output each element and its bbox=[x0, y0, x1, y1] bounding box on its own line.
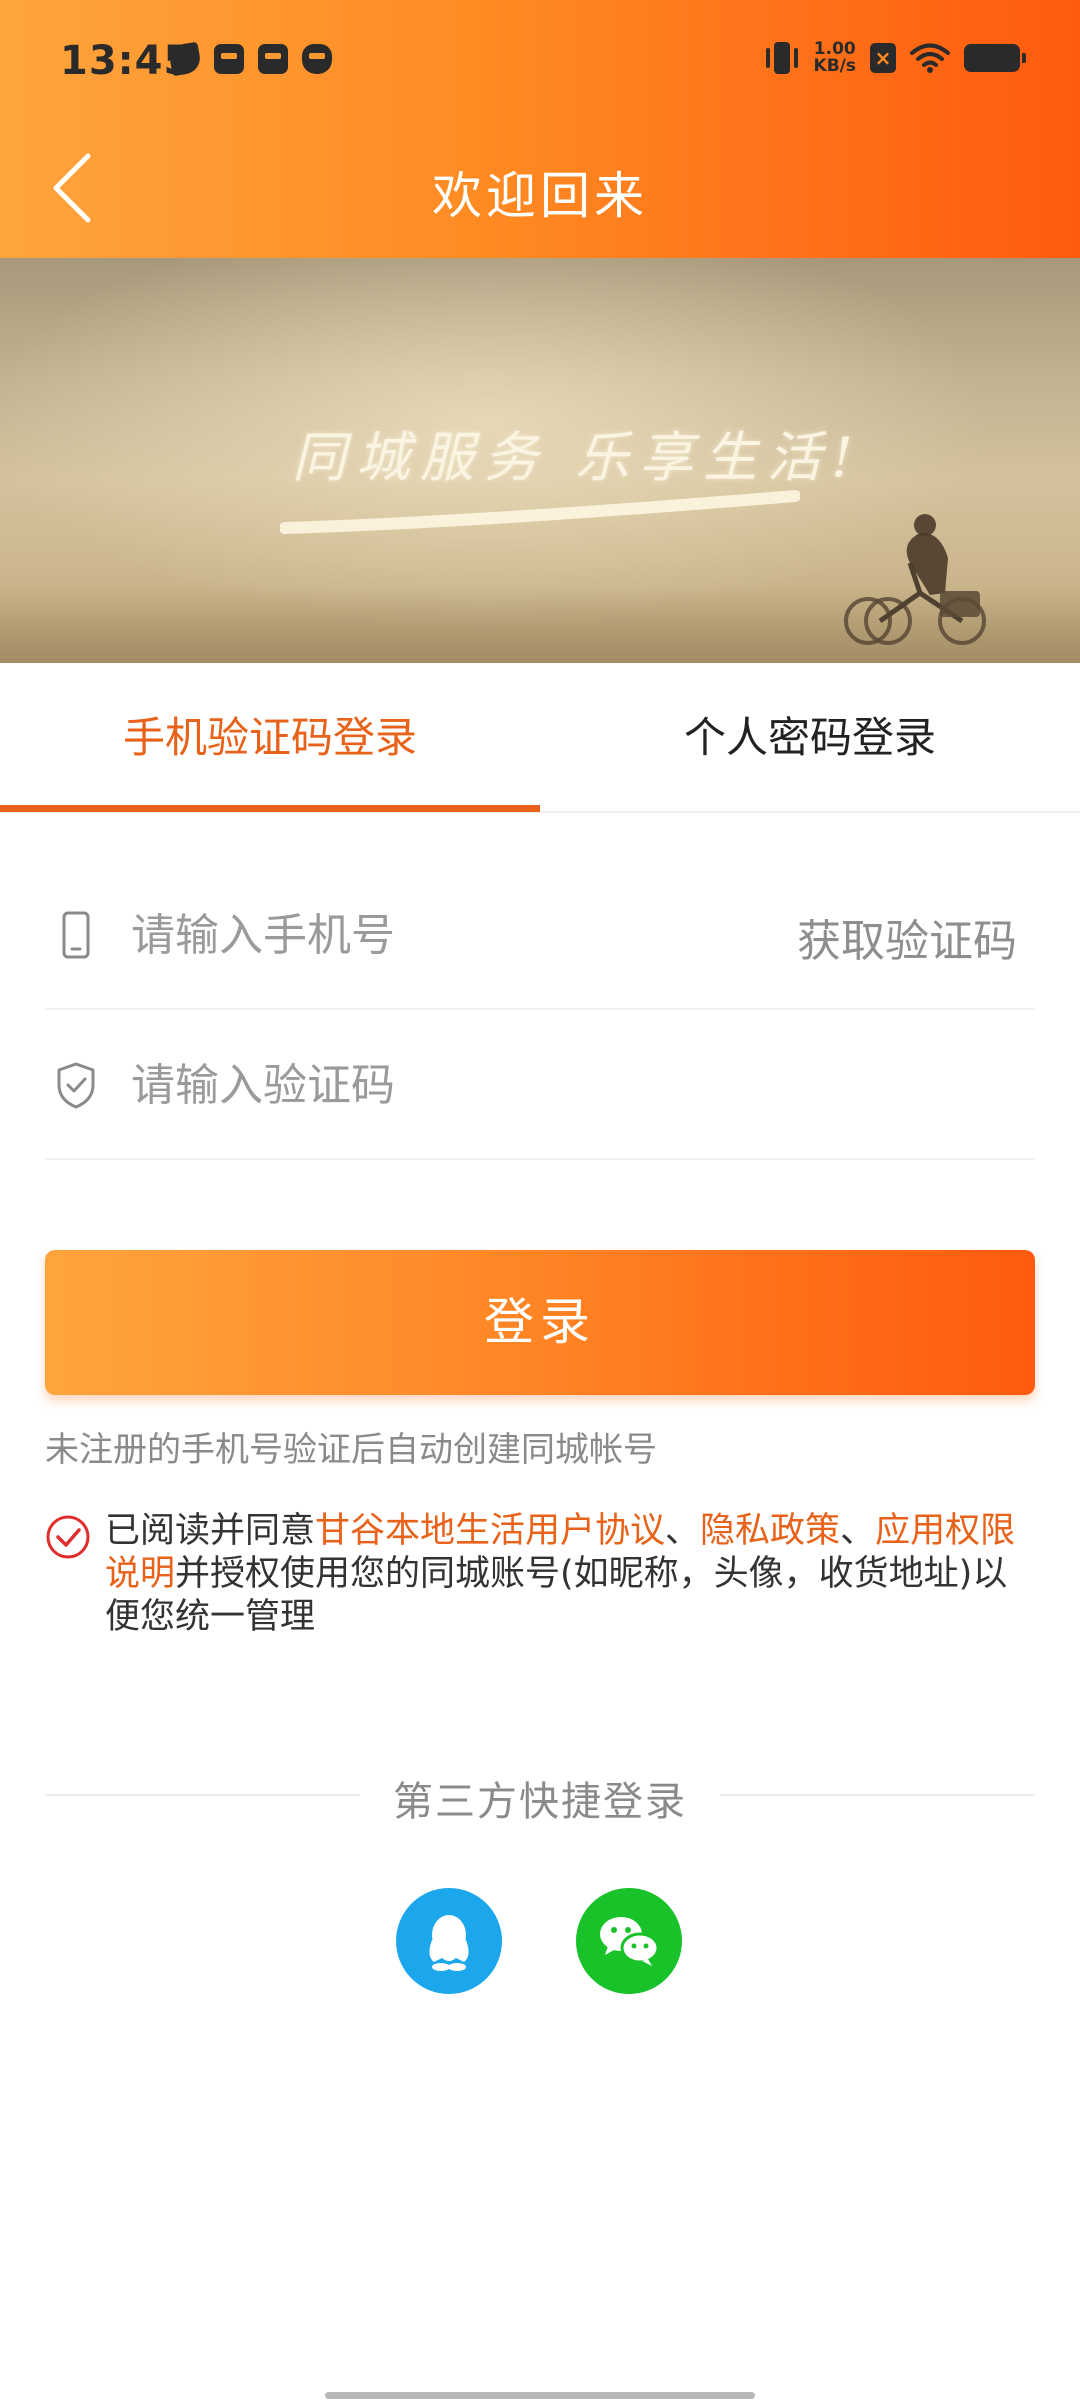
active-tab-indicator bbox=[0, 805, 540, 812]
notification-icons bbox=[167, 41, 332, 77]
no-sim-icon: × bbox=[870, 43, 896, 73]
page-title: 欢迎回来 bbox=[432, 167, 648, 225]
shield-check-icon bbox=[57, 1062, 95, 1109]
app-header: 13:45 1.00 KB/s × 欢迎回来 bbox=[0, 0, 1080, 258]
agreement-prefix: 已阅读并同意 bbox=[105, 1511, 316, 1551]
phone-icon bbox=[62, 911, 90, 959]
cat-app-icon bbox=[302, 44, 332, 74]
get-code-button[interactable]: 获取验证码 bbox=[797, 905, 1017, 969]
qq-icon bbox=[429, 1915, 469, 1971]
third-party-header: 第三方快捷登录 bbox=[45, 1765, 1035, 1825]
phone-input[interactable] bbox=[131, 900, 691, 970]
calendar-icon bbox=[214, 44, 244, 74]
login-button[interactable]: 登录 bbox=[45, 1250, 1035, 1395]
tab-password-login[interactable]: 个人密码登录 bbox=[540, 663, 1080, 813]
cyclist-image bbox=[844, 514, 986, 645]
agreement-text: 已阅读并同意甘谷本地生活用户协议、隐私政策、应用权限说明并授权使用您的同城账号(… bbox=[105, 1510, 1025, 1639]
agreement-separator: 、 bbox=[840, 1511, 876, 1551]
phone-field: 获取验证码 bbox=[45, 860, 1035, 1010]
agreement-checkbox[interactable] bbox=[45, 1514, 91, 1560]
battery-icon bbox=[964, 44, 1026, 72]
shopping-bag-icon bbox=[258, 44, 288, 74]
network-speed: 1.00 KB/s bbox=[814, 41, 856, 75]
login-tabs: 手机验证码登录 个人密码登录 bbox=[0, 663, 1080, 813]
tab-sms-login[interactable]: 手机验证码登录 bbox=[0, 663, 540, 813]
nav-bar: 欢迎回来 bbox=[0, 128, 1080, 258]
home-indicator[interactable] bbox=[325, 2392, 755, 2399]
privacy-policy-link[interactable]: 隐私政策 bbox=[700, 1511, 840, 1551]
user-agreement-link[interactable]: 甘谷本地生活用户协议 bbox=[315, 1511, 665, 1551]
third-party-title: 第三方快捷登录 bbox=[393, 1779, 687, 1825]
code-input[interactable] bbox=[131, 1050, 691, 1120]
wifi-icon bbox=[910, 43, 950, 73]
promo-banner: 同城服务 乐享生活! bbox=[0, 258, 1080, 663]
agreement-separator: 、 bbox=[665, 1511, 701, 1551]
qq-login-button[interactable] bbox=[396, 1888, 502, 1994]
code-field bbox=[45, 1010, 1035, 1160]
wechat-icon bbox=[600, 1917, 660, 1966]
system-status: 1.00 KB/s × bbox=[764, 40, 1026, 76]
agreement-suffix: 并授权使用您的同城账号(如昵称，头像，收货地址)以便您统一管理 bbox=[105, 1554, 1008, 1637]
wechat-login-button[interactable] bbox=[576, 1888, 682, 1994]
brush-stroke bbox=[280, 490, 800, 534]
vibrate-icon bbox=[764, 40, 800, 76]
network-speed-unit: KB/s bbox=[813, 56, 856, 76]
divider bbox=[720, 1794, 1035, 1796]
status-bar: 13:45 1.00 KB/s × bbox=[0, 0, 1080, 128]
register-hint: 未注册的手机号验证后自动创建同城帐号 bbox=[45, 1430, 657, 1470]
app-notification-icon bbox=[167, 41, 203, 77]
